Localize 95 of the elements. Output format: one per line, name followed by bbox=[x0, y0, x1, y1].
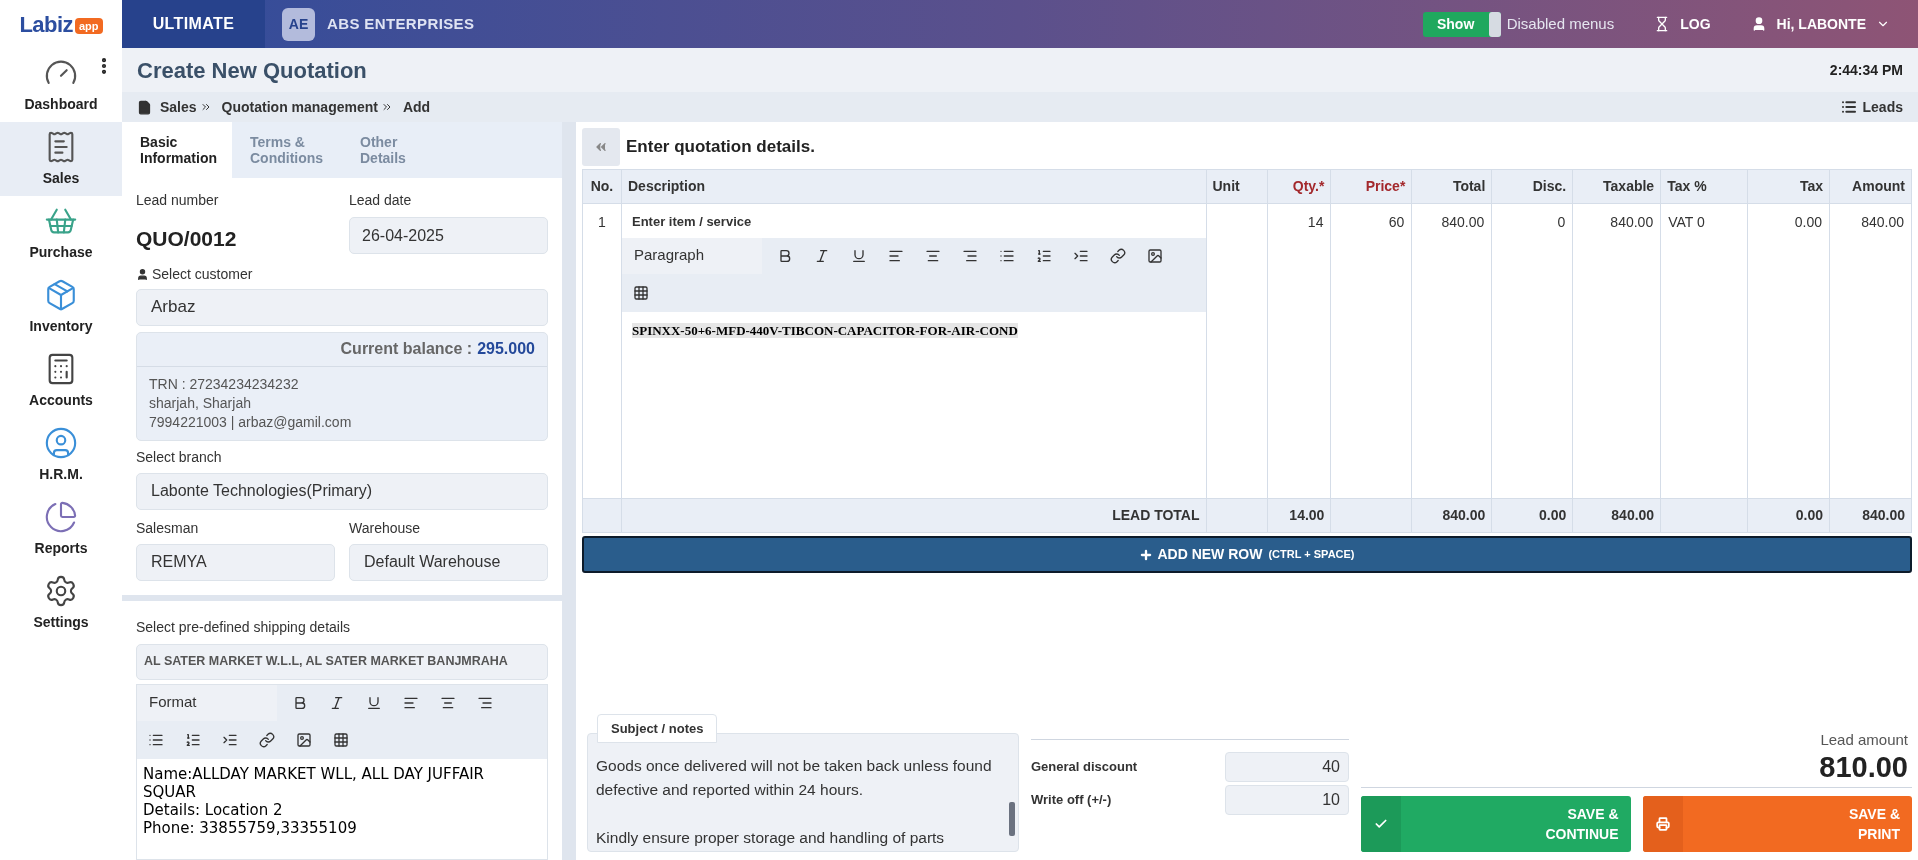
amount-field[interactable]: 40 bbox=[1225, 752, 1349, 782]
user-menu[interactable]: Hi, LABONTE bbox=[1750, 13, 1890, 35]
form-tab[interactable]: Basic Information bbox=[122, 122, 232, 178]
scrollbar-thumb[interactable] bbox=[1009, 802, 1015, 836]
sidebar-item[interactable]: Sales bbox=[0, 122, 122, 196]
branch-select[interactable]: Labonte Technologies(Primary) bbox=[136, 472, 548, 510]
clock-time: 2:44:34 PM bbox=[1829, 60, 1903, 80]
column-header: Disc. bbox=[1492, 170, 1574, 203]
settings-icon bbox=[44, 573, 78, 608]
customer-detail: sharjah, Sharjah bbox=[149, 393, 252, 413]
salesman-select[interactable]: REMYA bbox=[136, 543, 335, 581]
breadcrumb-link[interactable]: Quotation management bbox=[221, 96, 378, 118]
column-header: Price* bbox=[1331, 170, 1413, 203]
column-header: Total bbox=[1412, 170, 1493, 203]
column-header: Amount bbox=[1851, 177, 1906, 196]
check-icon bbox=[1374, 817, 1388, 831]
total-cell-text: 0.00 bbox=[1538, 506, 1567, 525]
lead-amount-label: Lead amount bbox=[1820, 729, 1908, 750]
plus-icon bbox=[1139, 547, 1154, 562]
customer-select[interactable]: Arbaz bbox=[136, 288, 548, 326]
balance-label: Current balance : bbox=[340, 339, 473, 359]
table-cell-text: 1 bbox=[597, 213, 607, 232]
total-cell-text: 840.00 bbox=[1442, 506, 1486, 525]
leads-link[interactable]: Leads bbox=[1840, 96, 1903, 118]
total-cell-text: 0.00 bbox=[1795, 506, 1824, 525]
field-label: Salesman bbox=[136, 518, 200, 538]
log-button[interactable]: LOG bbox=[1654, 13, 1711, 35]
document-icon bbox=[137, 99, 152, 115]
lead-amount-value: 810.00 bbox=[1819, 751, 1908, 783]
toggle-caption: Disabled menus bbox=[1506, 13, 1615, 34]
separator-icon bbox=[199, 101, 212, 113]
address-line: Phone: 33855759,33355109 bbox=[143, 818, 358, 837]
separator-icon bbox=[380, 101, 393, 113]
table-cell-text: 14 bbox=[1306, 213, 1325, 232]
column-header: Tax bbox=[1748, 170, 1831, 203]
company-name: ABS ENTERPRISES bbox=[327, 13, 475, 34]
field-label: Select pre-defined shipping details bbox=[136, 617, 352, 637]
customer-detail: TRN : 27234234234232 bbox=[149, 374, 300, 394]
notes-label: Subject / notes bbox=[597, 713, 718, 743]
item-label: Enter item / service bbox=[630, 213, 753, 231]
address-editor[interactable]: Format Name:ALLDAY MARKET WLL, ALL DAY JUFFAIR SQUAR Details: Location 2 Phone: 33855759,33355109 bbox=[136, 683, 548, 860]
add-row-button[interactable]: ADD NEW ROW (CTRL + SPACE) bbox=[582, 536, 1912, 573]
table-cell-text: 0.00 bbox=[1793, 213, 1824, 232]
total-cell-text: 14.00 bbox=[1289, 506, 1325, 525]
total-cell-text: 840.00 bbox=[1862, 506, 1905, 525]
summary-label: General discount bbox=[1031, 758, 1139, 777]
format-select[interactable]: Paragraph bbox=[621, 237, 762, 274]
field-label: Warehouse bbox=[349, 518, 422, 538]
breadcrumb-link[interactable]: Sales bbox=[160, 96, 197, 118]
field-label: Select branch bbox=[136, 447, 223, 467]
date-field[interactable]: 26-04-2025 bbox=[349, 217, 548, 254]
balance-value: 295.000 bbox=[477, 339, 535, 359]
table-cell-text: VAT 0 bbox=[1667, 213, 1706, 232]
table-cell-text: 840.00 bbox=[1609, 213, 1655, 232]
address-line: Name:ALLDAY MARKET WLL, ALL DAY JUFFAIR SQUAR bbox=[143, 764, 485, 801]
column-header: Taxable bbox=[1573, 170, 1662, 203]
logo-text: Labiz bbox=[19, 10, 73, 39]
column-header: Tax % bbox=[1661, 170, 1749, 203]
breadcrumb-link[interactable]: Add bbox=[402, 96, 431, 118]
list-icon bbox=[1840, 99, 1857, 115]
user-icon bbox=[136, 267, 149, 281]
field-label: Lead number bbox=[136, 191, 220, 210]
column-header: Description bbox=[622, 170, 1207, 203]
customer-detail: 7994221003 | arbaz@gamil.com bbox=[149, 412, 353, 432]
column-header: Qty.* bbox=[1268, 170, 1332, 203]
user-icon bbox=[44, 425, 78, 460]
summary-label: Write off (+/-) bbox=[1031, 791, 1113, 810]
field-label: Lead date bbox=[349, 191, 413, 210]
company-avatar: AE bbox=[282, 7, 315, 41]
table-cell-text: 840.00 bbox=[1860, 213, 1905, 232]
table-cell-text: 60 bbox=[1387, 213, 1406, 232]
printer-icon bbox=[1655, 817, 1670, 831]
warehouse-select[interactable]: Default Warehouse bbox=[349, 543, 548, 581]
resize-handle[interactable] bbox=[562, 122, 576, 860]
total-cell-text: 840.00 bbox=[1611, 506, 1655, 525]
notes-paragraph: Kindly ensure proper storage and handling of parts bbox=[596, 828, 946, 848]
page-title: Create New Quotation bbox=[137, 56, 367, 85]
lead-number: QUO/0012 bbox=[136, 226, 238, 252]
plan-label: ULTIMATE bbox=[122, 0, 265, 48]
item-description[interactable]: SPINXX-50+6-MFD-440V-TIBCON-CAPACITOR-FOR-AIR-COND bbox=[631, 322, 1018, 338]
column-header: No. bbox=[583, 170, 622, 203]
notes-paragraph: Goods once delivered will not be taken back unless found defective and reported within 24 hours. bbox=[596, 756, 993, 800]
logo-badge: app bbox=[74, 17, 103, 35]
section-heading: Enter quotation details. bbox=[626, 136, 815, 159]
table-cell-text: 840.00 bbox=[1440, 213, 1486, 232]
address-line: Details: Location 2 bbox=[143, 800, 284, 819]
table-cell-text: 0 bbox=[1556, 213, 1567, 232]
field-label: Select customer bbox=[152, 264, 253, 284]
total-cell-text: LEAD TOTAL bbox=[1112, 506, 1200, 525]
column-header: Unit bbox=[1206, 170, 1269, 203]
amount-field[interactable]: 10 bbox=[1225, 785, 1349, 815]
shipping-select[interactable]: AL SATER MARKET W.L.L, AL SATER MARKET BANJMRAHA bbox=[136, 643, 548, 680]
format-select[interactable]: Format bbox=[137, 684, 277, 721]
pie-chart-icon bbox=[44, 499, 78, 534]
box-icon bbox=[44, 277, 78, 312]
